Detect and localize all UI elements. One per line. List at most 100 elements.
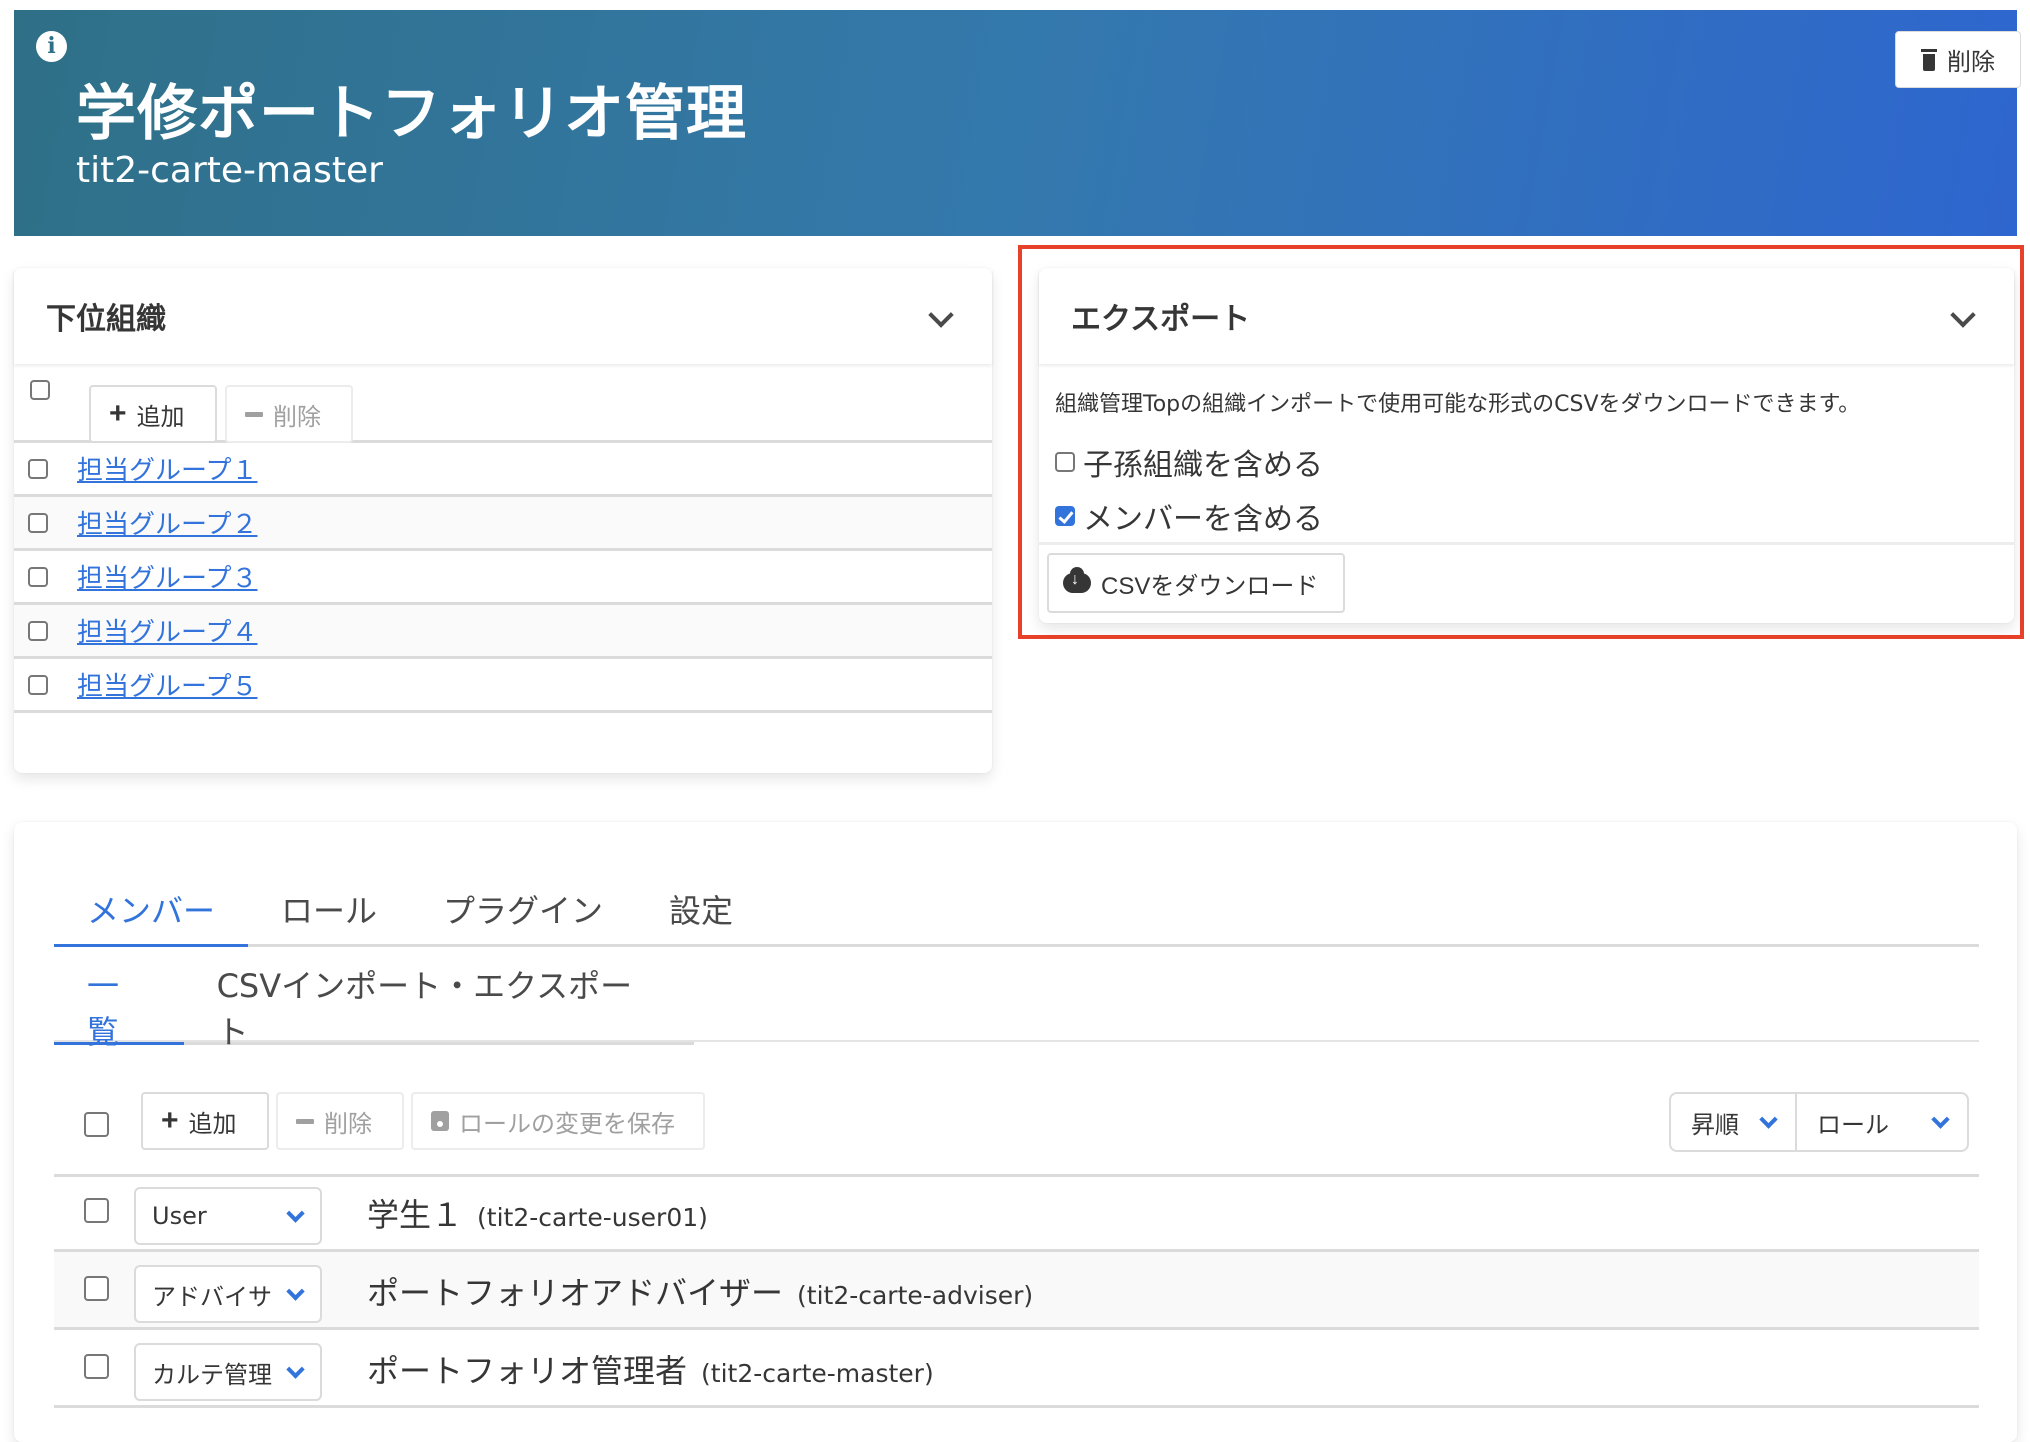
members-list: User 学生１ (tit2-carte-user01) アドバイサ ポートフォリ… bbox=[54, 1174, 1979, 1408]
sub-organizations-header[interactable]: 下位組織 bbox=[14, 268, 992, 364]
page-title: 学修ポートフォリオ管理 bbox=[76, 79, 747, 149]
page-subtitle: tit2-carte-master bbox=[76, 150, 383, 191]
include-descendants-option[interactable]: 子孫組織を含める bbox=[1055, 440, 1998, 484]
tab-roles[interactable]: ロール bbox=[248, 874, 410, 947]
list-item: 担当グループ５ bbox=[14, 659, 992, 713]
list-item: 担当グループ４ bbox=[14, 605, 992, 659]
export-header[interactable]: エクスポート bbox=[1039, 268, 2014, 364]
sort-order-select[interactable]: 昇順 bbox=[1671, 1094, 1795, 1150]
row-checkbox[interactable] bbox=[28, 674, 48, 695]
member-checkbox[interactable] bbox=[84, 1198, 109, 1223]
chevron-down-icon bbox=[286, 1281, 305, 1301]
chevron-down-icon bbox=[1759, 1109, 1778, 1129]
sub-organization-link[interactable]: 担当グループ３ bbox=[77, 558, 257, 595]
row-checkbox[interactable] bbox=[28, 620, 48, 641]
sub-organizations-list: 担当グループ１ 担当グループ２ 担当グループ３ 担当グループ４ 担当グループ５ bbox=[14, 443, 992, 713]
minus-icon bbox=[245, 411, 263, 417]
row-checkbox[interactable] bbox=[28, 512, 48, 533]
add-member-button[interactable]: + 追加 bbox=[141, 1092, 269, 1150]
select-all-members-checkbox[interactable] bbox=[84, 1112, 109, 1137]
export-title: エクスポート bbox=[1071, 302, 1251, 337]
members-card: メンバー ロール プラグイン 設定 一覧 CSVインポート・エクスポート + 追… bbox=[14, 822, 2017, 1442]
plus-icon: + bbox=[161, 1104, 179, 1137]
chevron-down-icon[interactable] bbox=[928, 302, 954, 328]
download-csv-label: CSVをダウンロード bbox=[1101, 572, 1319, 600]
download-csv-button[interactable]: CSVをダウンロード bbox=[1047, 553, 1345, 613]
include-descendants-label: 子孫組織を含める bbox=[1083, 448, 1323, 483]
info-circle-icon[interactable]: i bbox=[36, 31, 67, 62]
members-toolbar: + 追加 削除 ロールの変更を保存 昇順 ロール bbox=[54, 1092, 1979, 1177]
export-card: エクスポート 組織管理Topの組織インポートで使用可能な形式のCSVをダウンロー… bbox=[1039, 268, 2014, 623]
list-item: 担当グループ３ bbox=[14, 551, 992, 605]
delete-member-label: 削除 bbox=[324, 1110, 372, 1138]
member-row: カルテ管理 ポートフォリオ管理者 (tit2-carte-master) bbox=[54, 1330, 1979, 1408]
trash-icon bbox=[1921, 48, 1937, 71]
member-display-name: 学生１ bbox=[367, 1196, 464, 1234]
add-member-label: 追加 bbox=[188, 1110, 237, 1138]
save-role-changes-label: ロールの変更を保存 bbox=[459, 1110, 675, 1138]
chevron-down-icon bbox=[1931, 1109, 1950, 1129]
sub-organizations-card: 下位組織 + 追加 削除 担当グループ１ 担当グループ２ 担当グループ３ 担当グ… bbox=[14, 268, 992, 773]
export-footer: CSVをダウンロード bbox=[1039, 542, 2014, 613]
include-members-label: メンバーを含める bbox=[1083, 502, 1323, 537]
member-row: User 学生１ (tit2-carte-user01) bbox=[54, 1174, 1979, 1252]
sort-order-value: 昇順 bbox=[1691, 1110, 1739, 1139]
delete-label: 削除 bbox=[273, 403, 321, 431]
row-checkbox[interactable] bbox=[28, 458, 48, 479]
sort-field-select[interactable]: ロール bbox=[1795, 1094, 1967, 1150]
member-name: 学生１ (tit2-carte-user01) bbox=[367, 1190, 708, 1236]
delete-organization-label: 削除 bbox=[1947, 49, 1995, 76]
chevron-down-icon[interactable] bbox=[1950, 302, 1976, 328]
role-value: カルテ管理 bbox=[152, 1360, 272, 1389]
export-description: 組織管理Topの組織インポートで使用可能な形式のCSVをダウンロードできます。 bbox=[1055, 392, 1861, 417]
main-tabs: メンバー ロール プラグイン 設定 bbox=[54, 874, 1979, 947]
sub-organization-link[interactable]: 担当グループ４ bbox=[77, 612, 257, 649]
sort-field-value: ロール bbox=[1817, 1110, 1889, 1139]
member-id: (tit2-carte-adviser) bbox=[797, 1281, 1034, 1310]
sub-organization-link[interactable]: 担当グループ２ bbox=[77, 504, 257, 541]
member-id: (tit2-carte-master) bbox=[701, 1359, 934, 1388]
sub-tabs: 一覧 CSVインポート・エクスポート bbox=[54, 967, 694, 1051]
role-value: User bbox=[152, 1202, 207, 1230]
member-name: ポートフォリオアドバイザー (tit2-carte-adviser) bbox=[367, 1268, 1033, 1314]
sort-controls: 昇順 ロール bbox=[1669, 1092, 1969, 1152]
list-item: 担当グループ１ bbox=[14, 443, 992, 497]
role-select[interactable]: アドバイサ bbox=[134, 1265, 322, 1323]
tab-plugins[interactable]: プラグイン bbox=[410, 874, 636, 947]
save-role-changes-button[interactable]: ロールの変更を保存 bbox=[411, 1092, 705, 1150]
tab-settings[interactable]: 設定 bbox=[636, 874, 766, 947]
member-display-name: ポートフォリオ管理者 bbox=[367, 1352, 688, 1390]
save-icon bbox=[431, 1111, 449, 1131]
page-header: i 学修ポートフォリオ管理 tit2-carte-master 削除 bbox=[14, 10, 2021, 236]
select-all-checkbox[interactable] bbox=[30, 380, 50, 400]
export-body: 組織管理Topの組織インポートで使用可能な形式のCSVをダウンロードできます。 … bbox=[1039, 386, 2014, 538]
member-display-name: ポートフォリオアドバイザー bbox=[367, 1274, 784, 1312]
role-select[interactable]: User bbox=[134, 1187, 322, 1245]
include-descendants-checkbox[interactable] bbox=[1055, 452, 1075, 472]
chevron-down-icon bbox=[286, 1359, 305, 1379]
row-checkbox[interactable] bbox=[28, 566, 48, 587]
role-select[interactable]: カルテ管理 bbox=[134, 1343, 322, 1401]
minus-icon bbox=[296, 1118, 314, 1124]
sub-organizations-toolbar: + 追加 削除 bbox=[14, 364, 992, 443]
member-checkbox[interactable] bbox=[84, 1276, 109, 1301]
tab-list[interactable]: 一覧 bbox=[54, 967, 184, 1051]
include-members-option[interactable]: メンバーを含める bbox=[1055, 494, 1998, 538]
sub-organization-link[interactable]: 担当グループ５ bbox=[77, 666, 257, 703]
tab-members[interactable]: メンバー bbox=[54, 874, 249, 947]
member-checkbox[interactable] bbox=[84, 1354, 109, 1379]
member-id: (tit2-carte-user01) bbox=[477, 1203, 708, 1232]
add-sub-organization-button[interactable]: + 追加 bbox=[89, 385, 217, 443]
delete-sub-organization-button[interactable]: 削除 bbox=[225, 385, 353, 443]
add-label: 追加 bbox=[136, 403, 185, 431]
sub-organization-link[interactable]: 担当グループ１ bbox=[77, 450, 257, 487]
member-row: アドバイサ ポートフォリオアドバイザー (tit2-carte-adviser) bbox=[54, 1252, 1979, 1330]
plus-icon: + bbox=[109, 397, 127, 430]
sub-organizations-title: 下位組織 bbox=[46, 302, 166, 337]
role-value: アドバイサ bbox=[152, 1282, 272, 1311]
delete-member-button[interactable]: 削除 bbox=[276, 1092, 404, 1150]
include-members-checkbox[interactable] bbox=[1055, 506, 1075, 526]
chevron-down-icon bbox=[286, 1203, 305, 1223]
delete-organization-button[interactable]: 削除 bbox=[1895, 31, 2021, 88]
tab-csv-import-export[interactable]: CSVインポート・エクスポート bbox=[184, 967, 694, 1051]
